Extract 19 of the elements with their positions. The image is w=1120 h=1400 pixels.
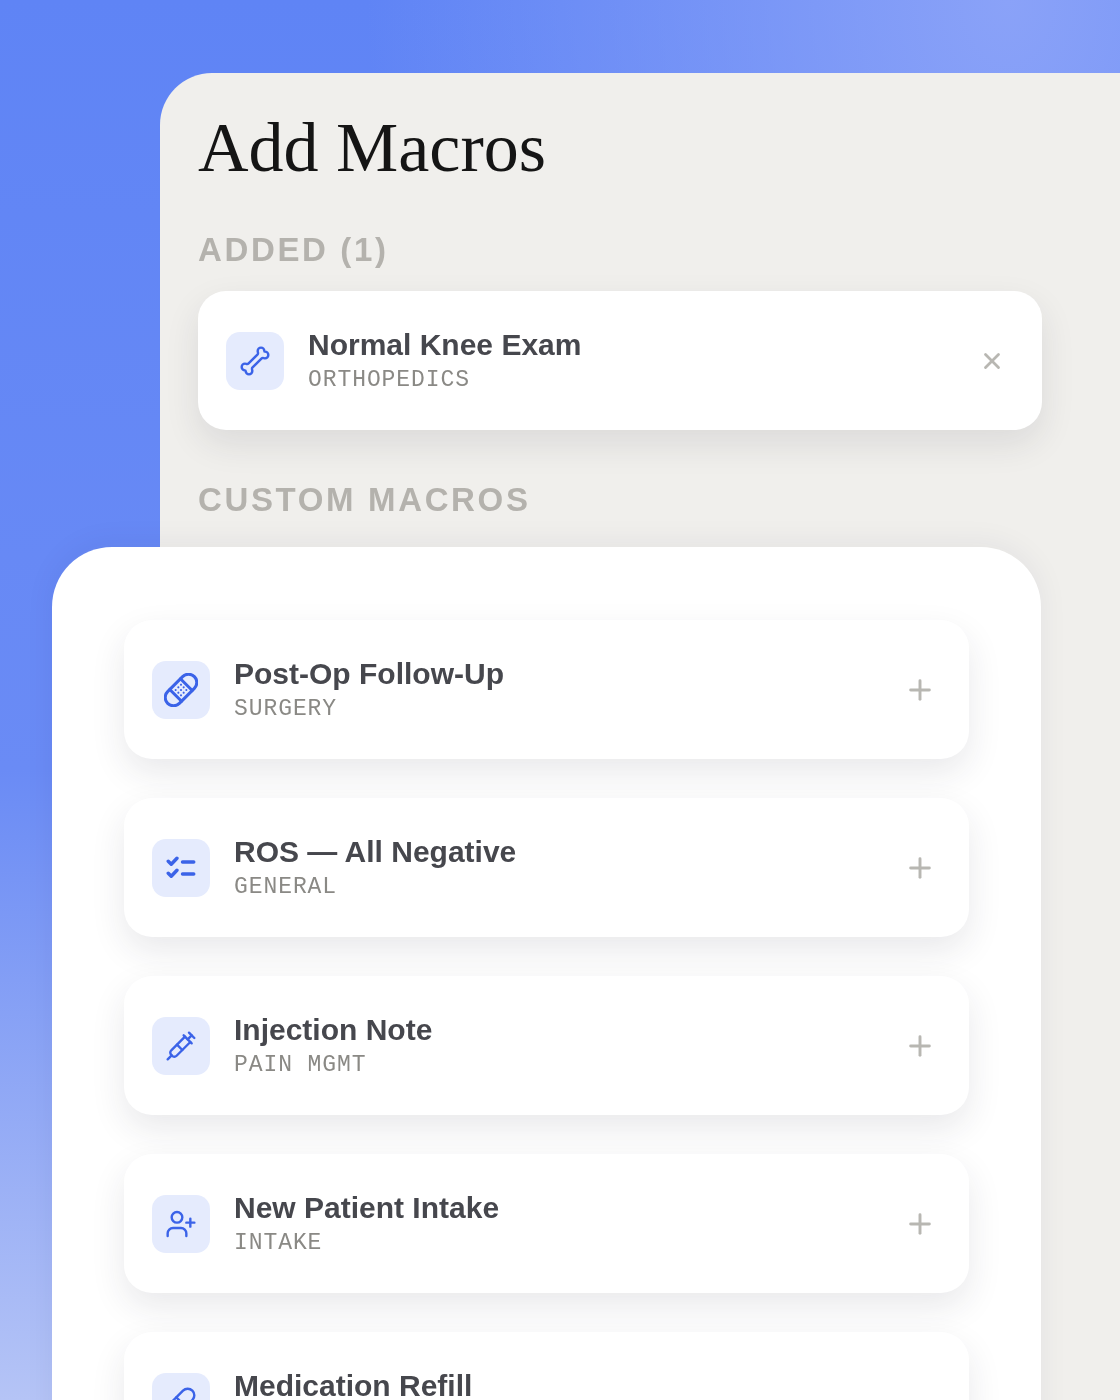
section-heading: CUSTOM MACROS (198, 483, 531, 516)
bandage-icon (152, 660, 210, 719)
macro-category: INTAKE (234, 1228, 323, 1258)
macro-category: GENERAL (234, 872, 338, 902)
page-title: Add Macros (198, 113, 546, 183)
macro-category: SURGERY (234, 694, 338, 724)
macro-title: ROS — All Negative (234, 833, 517, 870)
macro-title: New Patient Intake (234, 1189, 500, 1226)
macro-title: Normal Knee Exam (308, 326, 582, 363)
macro-category: ORTHOPEDICS (308, 365, 470, 395)
section-heading: ADDED (1) (198, 233, 389, 266)
macro-title: Medication Refill (234, 1367, 473, 1400)
user-plus-icon (152, 1194, 210, 1253)
bone-icon (226, 331, 284, 390)
checklist-icon (152, 838, 210, 897)
macro-category: PAIN MGMT (234, 1050, 367, 1080)
macro-title: Injection Note (234, 1011, 433, 1048)
syringe-icon (152, 1016, 210, 1075)
macro-title: Post-Op Follow-Up (234, 655, 504, 692)
